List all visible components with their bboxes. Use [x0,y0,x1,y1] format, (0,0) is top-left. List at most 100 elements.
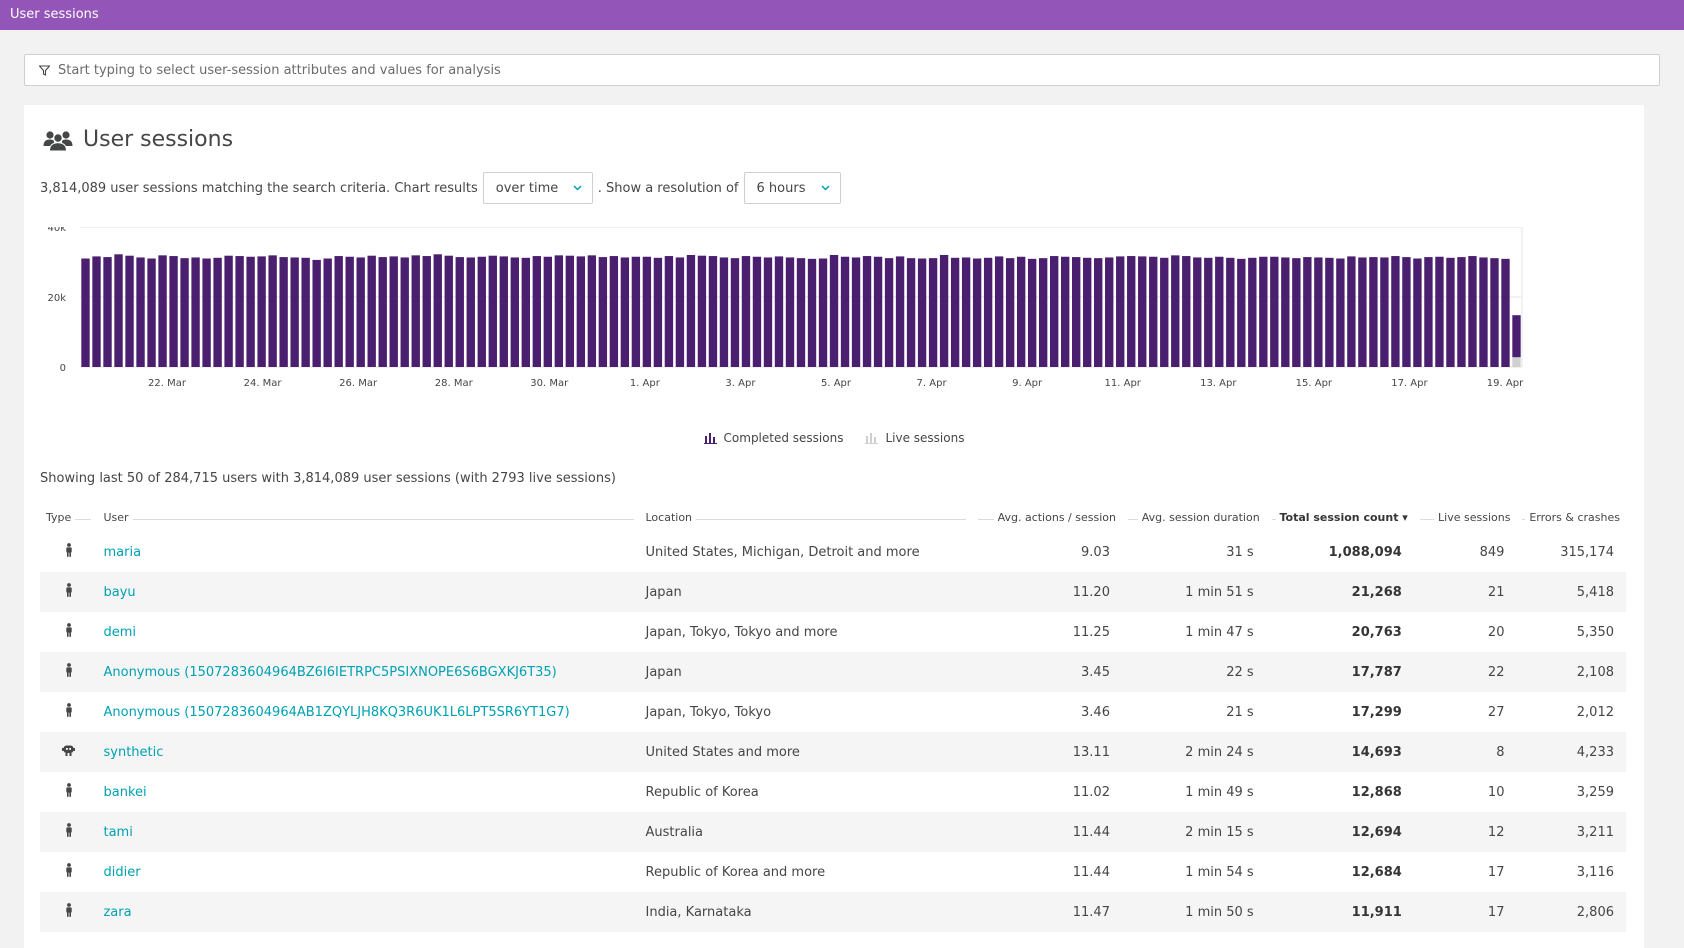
chart-bar-completed[interactable] [994,256,1004,367]
resolution-dropdown[interactable]: 6 hours [743,172,841,204]
chart-bar-completed[interactable] [1380,257,1389,367]
col-avg-duration[interactable]: Avg. session duration [1122,502,1266,532]
chart-bar-completed[interactable] [1281,257,1290,367]
chart-bar-completed[interactable] [246,256,255,367]
chart-bar-completed[interactable] [136,257,145,367]
col-location[interactable]: Location [640,502,973,532]
chart-bar-completed[interactable] [367,255,376,367]
chart-bar-completed[interactable] [1479,257,1488,367]
chart-bar-completed[interactable] [1391,256,1400,367]
col-live-sessions[interactable]: Live sessions [1414,502,1517,532]
chart-bar-completed[interactable] [400,257,409,367]
legend-completed[interactable]: Completed sessions [703,431,843,445]
chart-bar-completed[interactable] [1446,257,1455,367]
chart-bar-completed[interactable] [774,256,784,367]
chart-bar-completed[interactable] [565,255,575,367]
chart-bar-completed[interactable] [290,257,299,367]
user-link[interactable]: Anonymous (1507283604964AB1ZQYLJH8KQ3R6U… [103,705,569,720]
chart-mode-dropdown[interactable]: over time [482,172,593,204]
chart-bar-completed[interactable] [983,257,993,367]
col-total-sessions[interactable]: Total session count ▾ [1266,502,1414,532]
chart-bar-completed[interactable] [642,256,652,367]
chart-bar-completed[interactable] [532,256,541,367]
chart-bar-completed[interactable] [1248,257,1257,367]
chart-bar-completed[interactable] [1016,256,1026,367]
chart-bar-completed[interactable] [1027,258,1037,367]
chart-bar-completed[interactable] [1347,256,1356,367]
chart-bar-completed[interactable] [444,255,453,367]
chart-bar-completed[interactable] [1105,257,1114,367]
chart-bar-completed[interactable] [81,258,90,368]
chart-bar-completed[interactable] [697,255,707,367]
chart-bar-completed[interactable] [1292,258,1301,367]
user-link[interactable]: demi [103,625,136,640]
chart-bar-completed[interactable] [1193,257,1202,367]
chart-bar-live[interactable] [1512,357,1521,367]
chart-bar-completed[interactable] [884,258,894,367]
chart-bar-completed[interactable] [554,255,564,367]
table-row[interactable]: zara India, Karnataka 11.47 1 min 50 s 11,91… [40,892,1626,932]
chart-bar-completed[interactable] [180,258,189,367]
chart-bar-completed[interactable] [1314,257,1323,367]
chart-bar-completed[interactable] [323,258,332,368]
user-link[interactable]: synthetic [103,745,163,760]
chart-bar-completed[interactable] [1336,258,1345,368]
chart-bar-completed[interactable] [961,257,971,367]
chart-bar-completed[interactable] [1005,258,1015,367]
chart-bar-completed[interactable] [213,257,222,367]
chart-bar-completed[interactable] [422,256,431,367]
chart-bar-completed[interactable] [1138,256,1147,367]
chart-bar-completed[interactable] [763,257,773,367]
chart-bar-completed[interactable] [631,256,641,367]
chart-bar-completed[interactable] [356,257,365,367]
chart-bar-completed[interactable] [1171,255,1180,367]
chart-bar-completed[interactable] [895,256,905,367]
chart-bar-completed[interactable] [730,258,740,367]
chart-bar-completed[interactable] [576,256,586,367]
col-avg-actions[interactable]: Avg. actions / session [972,502,1122,532]
chart-bar-completed[interactable] [1226,257,1235,367]
chart-bar-completed[interactable] [796,258,806,367]
chart-bar-completed[interactable] [1402,257,1411,367]
chart-bar-completed[interactable] [741,256,751,367]
chart-bar-completed[interactable] [1490,258,1499,367]
table-row[interactable]: didier Republic of Korea and more 11.44 1 m… [40,852,1626,892]
chart-bar-completed[interactable] [686,255,696,367]
chart-bar-completed[interactable] [257,256,266,367]
chart-bar-completed[interactable] [1215,256,1224,367]
filter-bar[interactable] [24,54,1660,86]
chart-bar-completed[interactable] [939,255,949,367]
chart-bar-completed[interactable] [928,258,938,367]
chart-bar-completed[interactable] [1061,256,1070,367]
chart-bar-completed[interactable] [1259,256,1268,367]
chart-bar-completed[interactable] [851,257,861,367]
chart-bar-completed[interactable] [301,257,310,367]
table-row[interactable]: demi Japan, Tokyo, Tokyo and more 11.25 1 m… [40,612,1626,652]
chart-bar-completed[interactable] [609,256,619,367]
chart-bar-completed[interactable] [829,255,839,367]
chart-bar-completed[interactable] [433,254,442,367]
chart-bar-completed[interactable] [1435,256,1444,367]
chart-bar-completed[interactable] [488,255,497,367]
chart-bar-completed[interactable] [1325,257,1334,367]
chart-bar-completed[interactable] [1072,257,1081,367]
chart-bar-completed[interactable] [664,256,674,367]
chart-bar-completed[interactable] [235,256,244,367]
table-row[interactable]: bankei Republic of Korea 11.02 1 min 49 s 12… [40,772,1626,812]
user-link[interactable]: didier [103,865,140,880]
chart-bar-completed[interactable] [92,256,101,367]
chart-bar-completed[interactable] [510,257,519,367]
chart-bar-completed[interactable] [455,257,464,367]
chart-bar-completed[interactable] [587,255,597,367]
chart-bar-completed[interactable] [1094,258,1103,367]
chart-bar-completed[interactable] [1358,257,1367,367]
chart-bar-completed[interactable] [1083,257,1092,367]
chart-bar-completed[interactable] [785,257,795,367]
chart-bar-completed[interactable] [840,256,850,367]
chart-bar-completed[interactable] [268,255,277,367]
chart-bar-completed[interactable] [708,256,718,367]
chart-bar-completed[interactable] [466,257,475,367]
table-row[interactable]: tami Australia 11.44 2 min 15 s 12,694 12 3,21… [40,812,1626,852]
filter-input[interactable] [58,62,1638,78]
chart-bar-completed[interactable] [719,257,729,367]
